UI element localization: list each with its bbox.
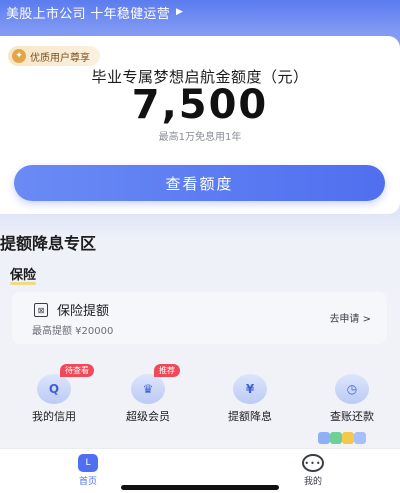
quick-action-label: 查账还款 bbox=[330, 410, 374, 423]
category-tab-insurance[interactable]: 保险 bbox=[10, 264, 37, 285]
quick-action-label: 超级会员 bbox=[126, 410, 170, 423]
pending-tag: 待查看 bbox=[60, 364, 94, 377]
floating-decoration bbox=[318, 432, 368, 446]
quick-action-raise[interactable]: ¥ 提额降息 bbox=[210, 370, 290, 430]
top-banner[interactable]: 美股上市公司 十年稳健运营 ▶ bbox=[6, 2, 183, 22]
insurance-limit: 最高提额 ¥20000 bbox=[32, 326, 114, 337]
quick-action-member[interactable]: 推荐 ♛ 超级会员 bbox=[108, 364, 188, 430]
quota-note: 最高1万免息用1年 bbox=[158, 132, 242, 143]
quick-actions-grid: 待查看 Q 我的信用 推荐 ♛ 超级会员 ¥ 提额降息 ◷ 查账还款 bbox=[0, 364, 400, 430]
quick-action-credit[interactable]: 待查看 Q 我的信用 bbox=[14, 364, 94, 430]
crown-icon: ✦ bbox=[12, 49, 26, 63]
quick-action-label: 我的信用 bbox=[32, 410, 76, 423]
member-crown-icon: ♛ bbox=[131, 374, 165, 404]
insurance-name: 保险提额 bbox=[57, 304, 110, 319]
section-title: 提额降息专区 bbox=[0, 234, 97, 253]
banner-text: 美股上市公司 十年稳健运营 bbox=[6, 6, 171, 22]
quota-card: ✦ 优质用户尊享 毕业专属梦想启航金额度（元） 7,500 最高1万免息用1年 … bbox=[0, 36, 400, 214]
quick-action-label: 提额降息 bbox=[228, 410, 272, 423]
insurance-card[interactable]: ⊠ 保险提额 最高提额 ¥20000 去申请 > bbox=[12, 292, 387, 344]
play-triangle-icon: ▶ bbox=[176, 7, 184, 17]
bill-clock-icon: ◷ bbox=[335, 374, 369, 404]
insurance-icon: ⊠ bbox=[34, 303, 48, 317]
yen-coin-icon: ¥ bbox=[233, 374, 267, 404]
nav-home-label: 首页 bbox=[78, 477, 97, 487]
vip-badge: ✦ 优质用户尊享 bbox=[8, 46, 100, 66]
chat-bubble-icon: ••• bbox=[302, 454, 324, 472]
vip-badge-label: 优质用户尊享 bbox=[30, 52, 90, 64]
credit-shield-icon: Q bbox=[37, 374, 71, 404]
quota-amount: 7,500 bbox=[131, 82, 269, 128]
quick-action-bill[interactable]: ◷ 查账还款 bbox=[312, 370, 392, 430]
check-quota-button[interactable]: 查看额度 bbox=[14, 165, 385, 201]
nav-mine-label: 我的 bbox=[303, 477, 322, 487]
nav-item-home[interactable]: L 首页 bbox=[58, 454, 118, 487]
nav-item-mine[interactable]: ••• 我的 bbox=[283, 454, 343, 487]
apply-link[interactable]: 去申请 > bbox=[329, 310, 371, 325]
recommend-tag: 推荐 bbox=[154, 364, 180, 377]
home-icon: L bbox=[78, 454, 98, 472]
home-indicator bbox=[121, 485, 279, 490]
